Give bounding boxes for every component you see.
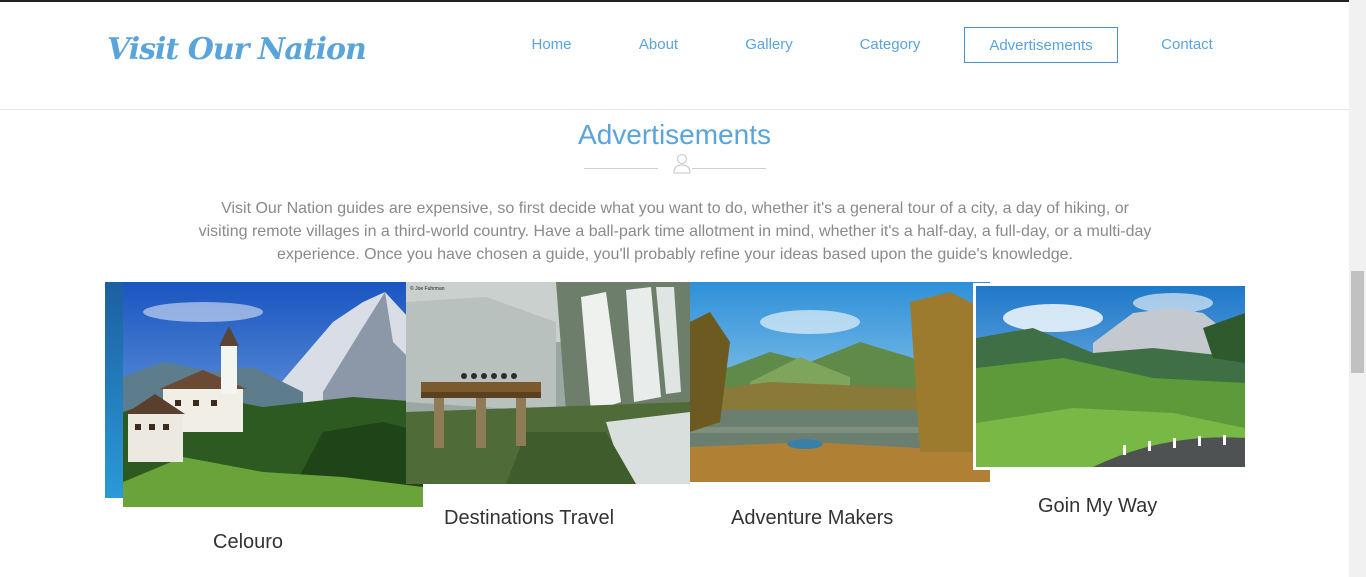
card-1-image[interactable] [123, 282, 423, 507]
nav-home[interactable]: Home [509, 27, 594, 63]
title-divider-left [584, 168, 658, 169]
card-4-title[interactable]: Goin My Way [1038, 495, 1157, 518]
nav-contact[interactable]: Contact [1140, 27, 1234, 63]
nav-category[interactable]: Category [840, 27, 940, 63]
card-4-image[interactable] [973, 283, 1245, 470]
section-title: Advertisements [578, 119, 771, 150]
user-icon [671, 152, 693, 174]
card-1-title[interactable]: Celouro [213, 531, 283, 554]
card-3-title[interactable]: Adventure Makers [731, 507, 893, 530]
card-2-image[interactable]: © Joe Fuhrman [406, 282, 690, 484]
card-1-back-image [105, 282, 125, 498]
scrollbar-thumb[interactable] [1351, 271, 1364, 373]
title-divider-right [692, 168, 766, 169]
site-header: Visit Our Nation Home About Gallery Cate… [0, 2, 1349, 110]
card-2-title[interactable]: Destinations Travel [444, 507, 614, 530]
nav-about[interactable]: About [616, 27, 701, 63]
nav-advertisements[interactable]: Advertisements [964, 27, 1118, 63]
section-description: Visit Our Nation guides are expensive, s… [198, 200, 1152, 263]
site-logo[interactable]: Visit Our Nation [107, 32, 367, 67]
card-3-image[interactable] [690, 282, 990, 482]
card-2-photo-credit: © Joe Fuhrman [410, 285, 445, 292]
nav-gallery[interactable]: Gallery [724, 27, 814, 63]
